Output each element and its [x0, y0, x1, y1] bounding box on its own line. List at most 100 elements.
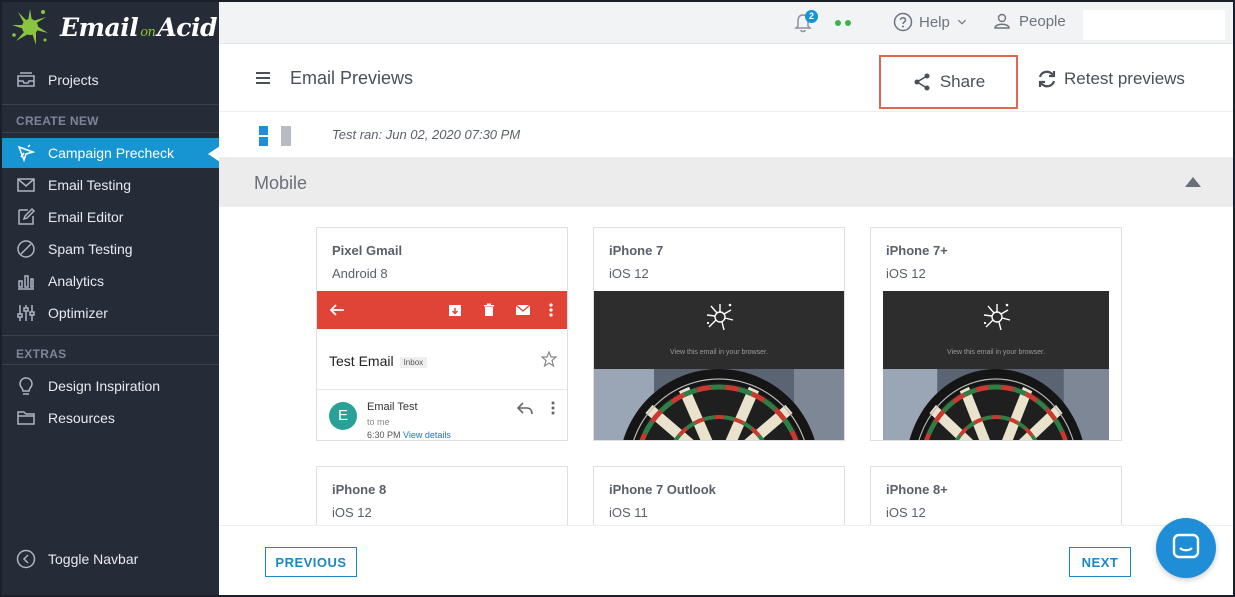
star-icon [541, 351, 557, 367]
sidebar-item-label: Campaign Precheck [48, 145, 175, 161]
refresh-icon [1038, 70, 1056, 88]
chevron-down-icon [957, 19, 966, 25]
person-icon [994, 13, 1010, 29]
sliders-icon [17, 305, 35, 321]
sidebar-item-label: Design Inspiration [48, 378, 161, 394]
sidebar-item-label: Spam Testing [48, 241, 133, 257]
help-label: Help [919, 13, 950, 31]
client-os: iOS 12 [609, 266, 649, 281]
client-name: Pixel Gmail [332, 243, 403, 258]
splat-logo-icon [983, 303, 1011, 331]
email-header-dark: View this email in your browser. [883, 291, 1109, 369]
client-name: iPhone 7+ [886, 243, 948, 258]
reply-icon [517, 402, 533, 415]
more-vertical-icon [549, 303, 553, 317]
sidebar-item-label: Analytics [48, 273, 105, 289]
sidebar-item-optimizer[interactable]: Optimizer [2, 298, 219, 328]
people-menu[interactable]: People [993, 12, 1066, 30]
status-indicator [835, 20, 851, 26]
sidebar: Email onAcid Projects CREATE NEW Campaign… [2, 2, 220, 595]
divider [2, 132, 219, 133]
archive-icon [449, 305, 461, 316]
divider [2, 364, 219, 365]
folder-icon [17, 411, 35, 425]
edit-icon [18, 207, 36, 225]
avatar: E [329, 402, 357, 430]
sidebar-item-email-testing[interactable]: Email Testing [2, 170, 219, 200]
preview-card[interactable]: iPhone 7 iOS 12 View this email in your … [593, 227, 845, 441]
dartboard-image [883, 369, 1109, 440]
previous-button[interactable]: PREVIOUS [265, 547, 357, 577]
client-os: iOS 12 [886, 266, 926, 281]
app-window: Email onAcid Projects CREATE NEW Campaign… [0, 0, 1235, 597]
hamburger-menu-icon[interactable] [256, 72, 270, 84]
section-label-create-new: CREATE NEW [16, 114, 99, 128]
sidebar-item-label: Email Editor [48, 209, 124, 225]
sidebar-item-analytics[interactable]: Analytics [2, 266, 219, 296]
client-os: Android 8 [332, 266, 388, 281]
sidebar-item-email-editor[interactable]: Email Editor [2, 202, 219, 232]
next-button[interactable]: NEXT [1069, 547, 1131, 577]
section-label-extras: EXTRAS [16, 347, 67, 361]
browser-link-caption: View this email in your browser. [670, 349, 768, 356]
preview-card[interactable]: iPhone 8+ iOS 12 [870, 466, 1122, 525]
sidebar-item-resources[interactable]: Resources [2, 403, 219, 433]
email-header-dark: View this email in your browser. [594, 291, 844, 369]
client-name: iPhone 7 Outlook [609, 482, 716, 497]
sidebar-item-label: Email Testing [48, 177, 132, 193]
sidebar-item-design-inspiration[interactable]: Design Inspiration [2, 371, 219, 401]
dartboard-image [594, 369, 844, 440]
preview-card[interactable]: Pixel Gmail Android 8 Test Email Inbox E … [316, 227, 568, 441]
gmail-toolbar [317, 291, 567, 329]
share-icon [914, 73, 930, 91]
mail-icon [515, 304, 531, 315]
page-header: Email Previews Share Retest previews [219, 44, 1233, 112]
more-vertical-icon [551, 401, 555, 415]
account-box[interactable] [1083, 10, 1225, 40]
collapse-caret-icon[interactable] [1185, 177, 1201, 187]
browser-link-caption: View this email in your browser. [947, 349, 1045, 356]
sidebar-item-projects[interactable]: Projects [2, 65, 219, 95]
envelope-icon [17, 178, 35, 192]
gmail-subject: Test Email Inbox [329, 353, 428, 369]
sidebar-item-campaign-precheck[interactable]: Campaign Precheck [2, 138, 220, 168]
trash-icon [484, 303, 494, 316]
section-header-mobile[interactable]: Mobile [219, 157, 1233, 207]
help-menu[interactable]: Help [893, 12, 968, 32]
preview-thumbnail[interactable]: View this email in your browser. [883, 291, 1109, 440]
top-bar: 2 Help People [219, 2, 1233, 44]
preview-grid: Pixel Gmail Android 8 Test Email Inbox E … [219, 207, 1233, 525]
question-circle-icon [893, 12, 913, 32]
preview-thumbnail[interactable]: Test Email Inbox E Email Test to me 6:30 … [317, 291, 567, 440]
test-ran-timestamp: Test ran: Jun 02, 2020 07:30 PM [332, 127, 521, 142]
share-label: Share [939, 72, 986, 91]
chevron-left-circle-icon [16, 549, 36, 569]
retest-label: Retest previews [1064, 69, 1185, 88]
client-os: iOS 12 [886, 505, 926, 520]
client-name: iPhone 7 [609, 243, 664, 258]
share-button[interactable]: Share [879, 55, 1018, 109]
client-name: iPhone 8+ [886, 482, 948, 497]
sidebar-item-label: Resources [48, 410, 115, 426]
notification-badge: 2 [805, 10, 818, 23]
chat-icon [1172, 533, 1200, 559]
preview-card[interactable]: iPhone 7 Outlook iOS 11 [593, 466, 845, 525]
divider [317, 389, 567, 390]
page-title: Email Previews [290, 68, 414, 88]
people-label: People [1019, 12, 1066, 30]
toggle-navbar-button[interactable]: Toggle Navbar [2, 544, 219, 574]
block-icon [17, 240, 35, 258]
gmail-sender: Email Test [367, 401, 418, 413]
sidebar-item-spam-testing[interactable]: Spam Testing [2, 234, 219, 264]
preview-card[interactable]: iPhone 7+ iOS 12 View this email in your… [870, 227, 1122, 441]
view-toggle-icon[interactable] [259, 126, 295, 146]
retest-previews-button[interactable]: Retest previews [1036, 68, 1185, 90]
brand-logo[interactable]: Email onAcid [10, 6, 218, 48]
bar-chart-icon [18, 275, 34, 290]
preview-card[interactable]: iPhone 8 iOS 12 [316, 466, 568, 525]
logo-splat-icon [12, 9, 48, 45]
pagination-footer: PREVIOUS NEXT [219, 518, 1233, 595]
chat-launcher-button[interactable] [1156, 518, 1216, 578]
divider [2, 335, 219, 336]
preview-thumbnail[interactable]: View this email in your browser. [594, 291, 844, 440]
